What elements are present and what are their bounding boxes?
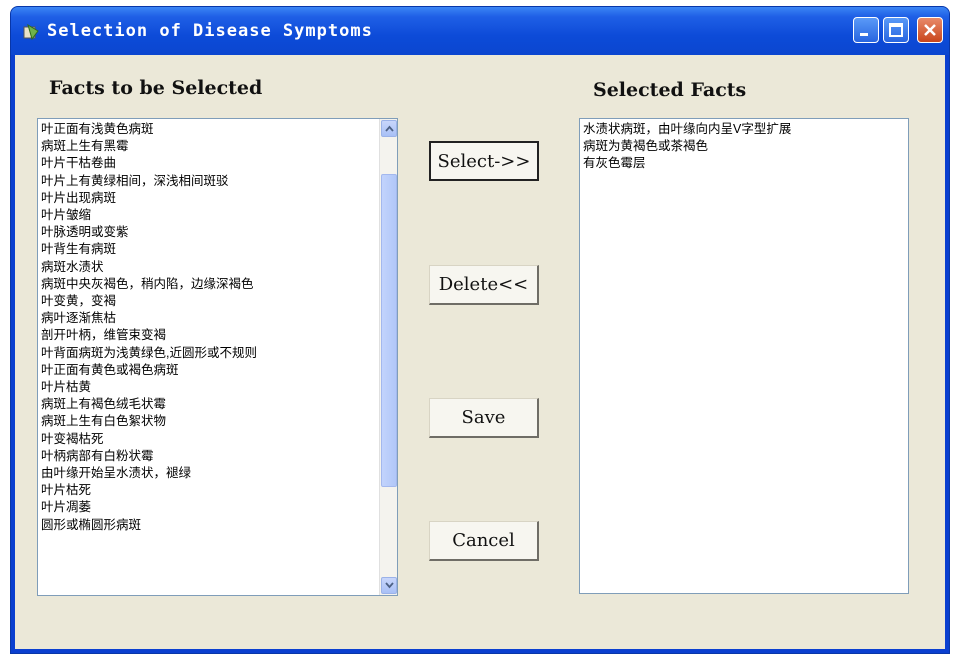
selected-facts-listbox[interactable]: 水渍状病斑，由叶缘向内呈V字型扩展 病斑为黄褐色或茶褐色 有灰色霉层 — [579, 118, 909, 594]
selected-facts-list: 水渍状病斑，由叶缘向内呈V字型扩展 病斑为黄褐色或茶褐色 有灰色霉层 — [583, 121, 791, 173]
list-item[interactable]: 叶片凋萎 — [41, 499, 363, 516]
list-item[interactable]: 叶柄病部有白粉状霉 — [41, 448, 363, 465]
list-item[interactable]: 叶脉透明或变紫 — [41, 224, 363, 241]
scroll-thumb[interactable] — [381, 174, 397, 487]
list-item[interactable]: 水渍状病斑，由叶缘向内呈V字型扩展 — [583, 121, 791, 138]
list-item[interactable]: 病叶逐渐焦枯 — [41, 310, 363, 327]
select-button[interactable]: Select->> — [429, 141, 539, 181]
list-item[interactable]: 叶正面有黄色或褐色病斑 — [41, 362, 363, 379]
scroll-down-button[interactable] — [381, 577, 397, 594]
list-item[interactable]: 剖开叶柄，维管束变褐 — [41, 327, 363, 344]
minimize-button[interactable] — [853, 17, 879, 43]
dialog-window: Selection of Disease Symptoms Facts to b… — [10, 6, 950, 654]
list-item[interactable]: 叶片枯死 — [41, 482, 363, 499]
list-item[interactable]: 病斑水渍状 — [41, 259, 363, 276]
list-item[interactable]: 病斑上生有黑霉 — [41, 138, 363, 155]
facts-list: 叶正面有浅黄色病斑 病斑上生有黑霉 叶片干枯卷曲 叶片上有黄绿相间，深浅相间斑驳 叶片出… — [41, 121, 363, 534]
list-item[interactable]: 叶变褐枯死 — [41, 431, 363, 448]
list-item[interactable]: 叶变黄，变褐 — [41, 293, 363, 310]
maximize-button[interactable] — [883, 17, 909, 43]
list-item[interactable]: 圆形或椭圆形病斑 — [41, 517, 363, 534]
list-item[interactable]: 叶正面有浅黄色病斑 — [41, 121, 363, 138]
list-item[interactable]: 病斑中央灰褐色，稍内陷，边缘深褐色 — [41, 276, 363, 293]
list-item[interactable]: 叶背面病斑为浅黄绿色,近圆形或不规则 — [41, 345, 363, 362]
title-bar[interactable]: Selection of Disease Symptoms — [11, 7, 949, 55]
facts-to-select-label: Facts to be Selected — [49, 77, 263, 99]
cancel-button[interactable]: Cancel — [429, 521, 539, 561]
list-item[interactable]: 病斑为黄褐色或茶褐色 — [583, 138, 791, 155]
list-item[interactable]: 由叶缘开始呈水渍状，褪绿 — [41, 465, 363, 482]
list-item[interactable]: 叶片出现病斑 — [41, 190, 363, 207]
facts-to-select-listbox[interactable]: 叶正面有浅黄色病斑 病斑上生有黑霉 叶片干枯卷曲 叶片上有黄绿相间，深浅相间斑驳 叶片出… — [37, 118, 398, 596]
dialog-client-area: Facts to be Selected Selected Facts 叶正面有… — [15, 55, 945, 649]
list-item[interactable]: 有灰色霉层 — [583, 155, 791, 172]
list-item[interactable]: 叶背生有病斑 — [41, 241, 363, 258]
list-item[interactable]: 叶片上有黄绿相间，深浅相间斑驳 — [41, 173, 363, 190]
scroll-up-button[interactable] — [381, 120, 397, 137]
selected-facts-label: Selected Facts — [593, 79, 747, 101]
list-item[interactable]: 病斑上生有白色絮状物 — [41, 413, 363, 430]
save-button[interactable]: Save — [429, 398, 539, 438]
vertical-scrollbar[interactable] — [379, 119, 397, 595]
list-item[interactable]: 病斑上有褐色绒毛状霉 — [41, 396, 363, 413]
app-icon — [23, 23, 41, 41]
delete-button[interactable]: Delete<< — [429, 265, 539, 305]
close-button[interactable] — [917, 17, 943, 43]
window-title: Selection of Disease Symptoms — [47, 21, 373, 41]
list-item[interactable]: 叶片枯黄 — [41, 379, 363, 396]
list-item[interactable]: 叶片干枯卷曲 — [41, 155, 363, 172]
list-item[interactable]: 叶片皱缩 — [41, 207, 363, 224]
